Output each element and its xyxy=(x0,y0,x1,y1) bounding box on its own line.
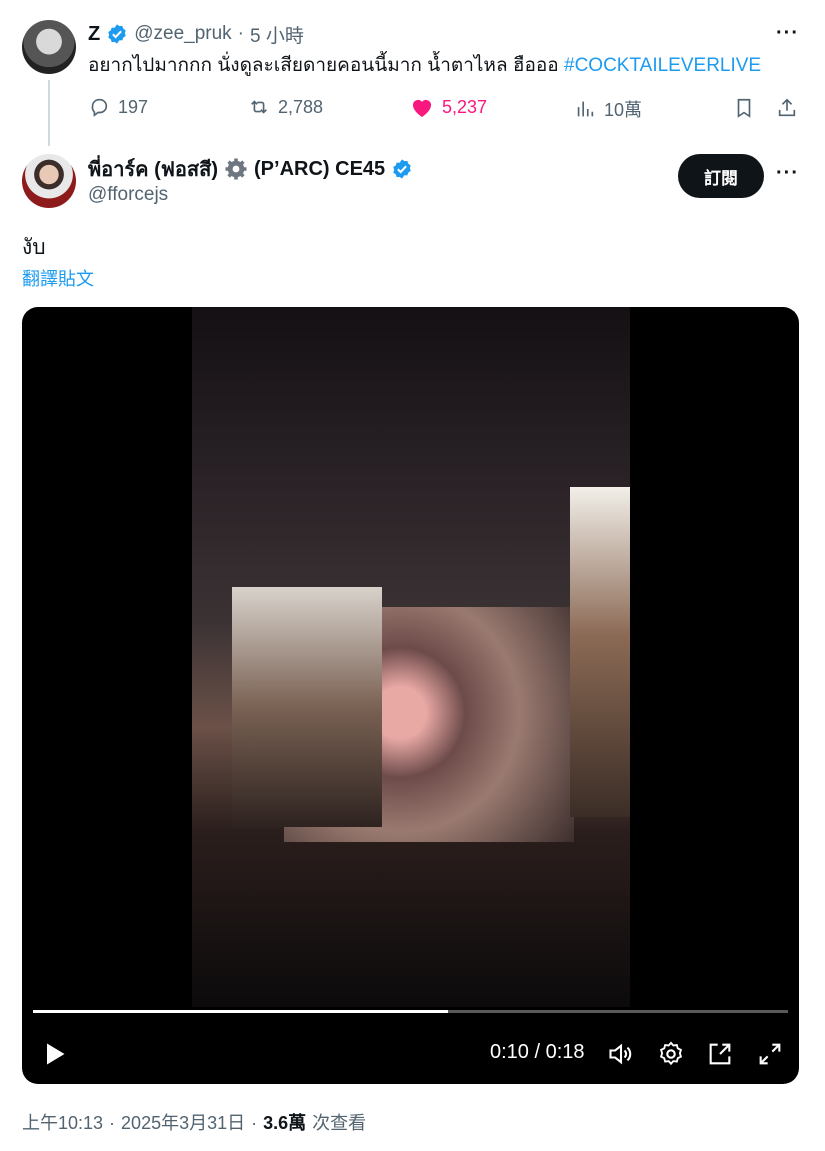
reply-button[interactable]: 197 xyxy=(88,96,148,118)
stage-tower-left xyxy=(232,587,382,827)
views-label: 次查看 xyxy=(312,1113,367,1133)
video-frame xyxy=(192,307,630,1007)
quoted-timestamp[interactable]: 5 小時 xyxy=(250,21,304,48)
repost-button[interactable]: 2,788 xyxy=(248,96,323,118)
quoted-display-name[interactable]: Z xyxy=(88,23,100,46)
more-icon[interactable]: ··· xyxy=(776,22,799,45)
main-post-header: พี่อาร์ค (ฟอสสี) (P’ARC) CE45 xyxy=(88,155,413,183)
video-player[interactable]: 0:10 / 0:18 xyxy=(22,307,799,1084)
meta-separator: · xyxy=(109,1113,116,1133)
main-display-name[interactable]: พี่อาร์ค (ฟอสสี) (P’ARC) CE45 xyxy=(88,153,385,185)
fullscreen-icon[interactable] xyxy=(756,1040,784,1068)
main-author-avatar[interactable] xyxy=(22,154,76,208)
post-date[interactable]: 2025年3月31日 xyxy=(121,1109,245,1135)
main-post-text: งับ xyxy=(22,236,46,259)
settings-icon[interactable] xyxy=(657,1040,685,1068)
views-count: 10萬 xyxy=(604,100,643,120)
quoted-post-header: Z @zee_pruk · 5 小時 xyxy=(88,20,304,48)
pip-icon[interactable] xyxy=(706,1040,734,1068)
views-icon xyxy=(577,101,594,117)
stage-tower-right xyxy=(570,487,630,817)
subscribe-button[interactable]: 訂閱 xyxy=(678,154,764,198)
share-icon[interactable] xyxy=(776,97,798,119)
like-icon xyxy=(413,100,431,117)
more-icon[interactable]: ··· xyxy=(776,162,799,185)
quoted-handle[interactable]: @zee_pruk xyxy=(134,23,231,45)
repost-icon xyxy=(251,100,267,114)
reply-count: 197 xyxy=(118,96,149,117)
quoted-author-avatar[interactable] xyxy=(22,20,76,74)
like-count: 5,237 xyxy=(442,96,488,117)
views-button[interactable]: 10萬 xyxy=(574,96,642,122)
translate-link[interactable]: 翻譯貼文 xyxy=(22,265,94,291)
like-button[interactable]: 5,237 xyxy=(410,96,487,118)
reply-icon xyxy=(91,98,108,117)
gear-icon xyxy=(225,158,247,180)
bookmark-icon[interactable] xyxy=(733,97,755,119)
meta-separator: · xyxy=(251,1113,258,1133)
video-progress-track[interactable] xyxy=(33,1010,788,1013)
views-count-total: 3.6萬 xyxy=(263,1113,307,1133)
volume-icon[interactable] xyxy=(607,1040,635,1068)
quoted-text: อยากไปมากกก นั่งดูละเสียดายคอนนี้มาก น้ำ… xyxy=(88,55,559,76)
post-time[interactable]: 上午10:13 xyxy=(22,1109,103,1135)
video-time: 0:10 / 0:18 xyxy=(490,1041,585,1063)
display-name-latin: (P’ARC) CE45 xyxy=(254,157,386,180)
video-progress-fill xyxy=(33,1010,449,1013)
post-meta: 上午10:13 · 2025年3月31日 · 3.6萬 次查看 xyxy=(22,1109,366,1135)
verified-badge-icon xyxy=(393,159,411,179)
play-icon[interactable] xyxy=(40,1040,68,1068)
header-separator: · xyxy=(237,23,244,44)
repost-count: 2,788 xyxy=(278,96,324,117)
hashtag-link[interactable]: #COCKTAILEVERLIVE xyxy=(564,55,761,76)
quoted-post-text: อยากไปมากกก นั่งดูละเสียดายคอนนี้มาก น้ำ… xyxy=(88,53,761,79)
thread-connector-line xyxy=(48,80,50,146)
main-handle[interactable]: @fforcejs xyxy=(88,184,168,206)
display-name-thai: พี่อาร์ค (ฟอสสี) xyxy=(88,159,219,181)
verified-badge-icon xyxy=(108,24,126,44)
